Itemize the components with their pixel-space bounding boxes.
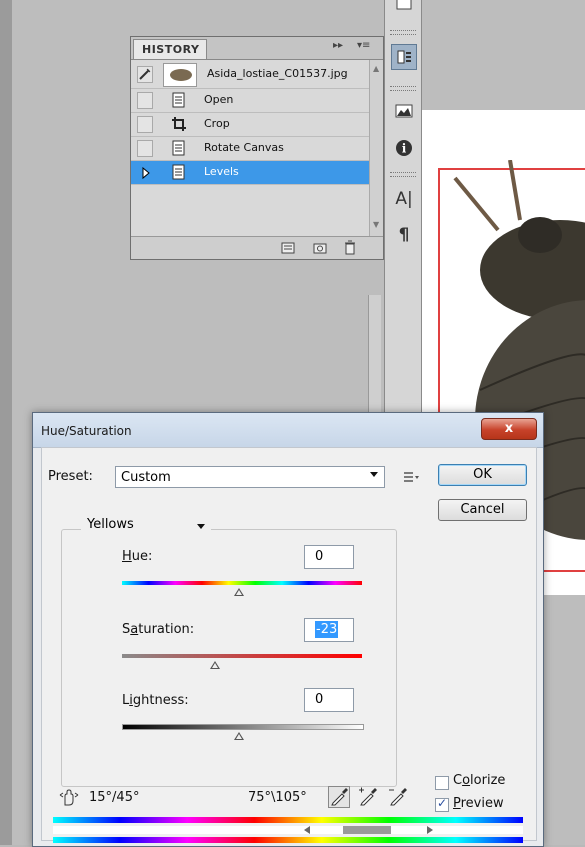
targeted-adjustment-hand-icon[interactable]	[59, 789, 79, 807]
history-item-label: Open	[204, 93, 234, 106]
lightness-slider-track[interactable]	[122, 724, 364, 730]
scroll-up-icon[interactable]: ▲	[373, 64, 379, 73]
color-range-bar[interactable]	[53, 826, 523, 834]
hue-slider-track[interactable]	[122, 581, 362, 585]
dialog-title-bar[interactable]: Hue/Saturation x	[33, 413, 543, 448]
history-brush-source-icon[interactable]	[137, 66, 153, 83]
chevron-down-icon	[197, 524, 205, 529]
saturation-input[interactable]: -23	[304, 618, 354, 642]
history-tab[interactable]: HISTORY	[133, 39, 207, 59]
range-right-falloff-handle[interactable]	[427, 826, 433, 834]
eyedropper-icon	[331, 788, 348, 806]
hue-saturation-dialog: Hue/Saturation x Preset: Custom OK Cance…	[32, 412, 544, 847]
eyedropper-minus-icon[interactable]	[388, 787, 408, 807]
history-brush-source-box[interactable]	[137, 116, 153, 133]
character-icon[interactable]: A|	[391, 186, 417, 212]
scroll-down-icon[interactable]: ▼	[373, 220, 379, 229]
output-color-spectrum	[53, 837, 523, 843]
eyedropper-tool-button[interactable]	[328, 786, 350, 808]
paragraph-icon[interactable]: ¶	[391, 222, 417, 248]
history-item-label: Crop	[204, 117, 230, 130]
dialog-body: Preset: Custom OK Cancel Yellows Hue: 0 …	[41, 447, 537, 841]
history-icon[interactable]	[391, 44, 417, 70]
history-item-open[interactable]: Open	[131, 89, 369, 113]
panel-menu-icon[interactable]: ▾≡	[357, 40, 370, 51]
preset-select[interactable]: Custom	[115, 466, 385, 488]
history-item-rotate-canvas[interactable]: Rotate Canvas	[131, 137, 369, 161]
history-brush-source-box[interactable]	[137, 92, 153, 109]
range-left-falloff-handle[interactable]	[304, 826, 310, 834]
close-button[interactable]: x	[481, 418, 537, 440]
dock-separator	[390, 172, 416, 177]
hue-label-text: ue:	[131, 549, 153, 564]
chevron-down-icon	[370, 472, 378, 477]
history-item-levels[interactable]: Levels	[131, 161, 369, 185]
history-item-label: Rotate Canvas	[204, 141, 284, 154]
saturation-slider-track[interactable]	[122, 654, 362, 658]
preset-label: Preset:	[48, 469, 93, 484]
history-brush-source-box[interactable]	[137, 140, 153, 157]
create-snapshot-icon[interactable]	[313, 241, 327, 255]
cancel-button[interactable]: Cancel	[438, 499, 527, 521]
hue-label: Hue:	[122, 549, 153, 564]
channel-select[interactable]: Yellows	[81, 514, 211, 538]
hue-input[interactable]: 0	[304, 545, 354, 569]
snapshot-thumbnail	[163, 63, 197, 87]
new-document-from-state-icon[interactable]	[281, 241, 295, 255]
snapshot-label: Asida_lostiae_C01537.jpg	[207, 67, 348, 80]
dock-separator	[390, 86, 416, 91]
lightness-label-text: ghtness:	[132, 693, 189, 708]
colorize-label-text: lorize	[470, 773, 506, 788]
history-panel: HISTORY ▸▸ ▾≡ Asida_lostiae_C01537.jpg O…	[130, 36, 384, 260]
document-icon	[172, 164, 185, 180]
document-icon	[172, 92, 185, 108]
left-gutter	[0, 0, 12, 845]
range-right-readout: 75°\105°	[248, 790, 307, 805]
history-scrollbar[interactable]: ▲ ▼	[369, 60, 383, 236]
dock-separator	[390, 30, 416, 35]
panel-dock: i A| ¶	[384, 0, 422, 420]
preview-label-text: review	[460, 796, 504, 811]
lightness-slider-thumb[interactable]	[234, 732, 244, 740]
range-left-readout: 15°/45°	[89, 790, 140, 805]
saturation-slider-thumb[interactable]	[210, 661, 220, 669]
hue-slider-thumb[interactable]	[234, 588, 244, 596]
history-footer	[131, 236, 383, 259]
saturation-value: -23	[315, 621, 339, 638]
saturation-label: Saturation:	[122, 622, 195, 637]
eyedropper-plus-icon[interactable]	[358, 787, 378, 807]
preview-checkbox[interactable]	[435, 796, 449, 812]
colorize-label[interactable]: Colorize	[453, 773, 505, 788]
channel-value: Yellows	[87, 517, 134, 532]
histogram-icon[interactable]	[391, 98, 417, 124]
ok-button[interactable]: OK	[438, 464, 527, 486]
lightness-input[interactable]: 0	[304, 688, 354, 712]
history-state-marker[interactable]	[137, 164, 153, 181]
input-color-spectrum	[53, 817, 523, 823]
navigator-icon[interactable]	[391, 0, 417, 18]
saturation-label-text: turation:	[138, 622, 195, 637]
colorize-checkbox[interactable]	[435, 776, 449, 790]
document-icon	[172, 140, 185, 156]
delete-state-icon[interactable]	[343, 240, 357, 255]
preset-value: Custom	[121, 470, 171, 485]
svg-text:i: i	[402, 142, 407, 156]
preset-options-icon[interactable]	[403, 470, 419, 484]
history-tab-bar: HISTORY ▸▸ ▾≡	[131, 37, 383, 60]
history-item-crop[interactable]: Crop	[131, 113, 369, 137]
history-item-label: Levels	[204, 165, 239, 178]
color-range-selection[interactable]	[343, 826, 391, 834]
info-icon[interactable]: i	[391, 135, 417, 161]
dialog-title: Hue/Saturation	[41, 424, 132, 438]
collapse-panel-icon[interactable]: ▸▸	[333, 40, 343, 51]
history-snapshot-row[interactable]: Asida_lostiae_C01537.jpg	[131, 60, 369, 89]
preview-label[interactable]: Preview	[453, 796, 504, 811]
lightness-label: Lightness:	[122, 693, 189, 708]
crop-icon	[172, 117, 186, 131]
